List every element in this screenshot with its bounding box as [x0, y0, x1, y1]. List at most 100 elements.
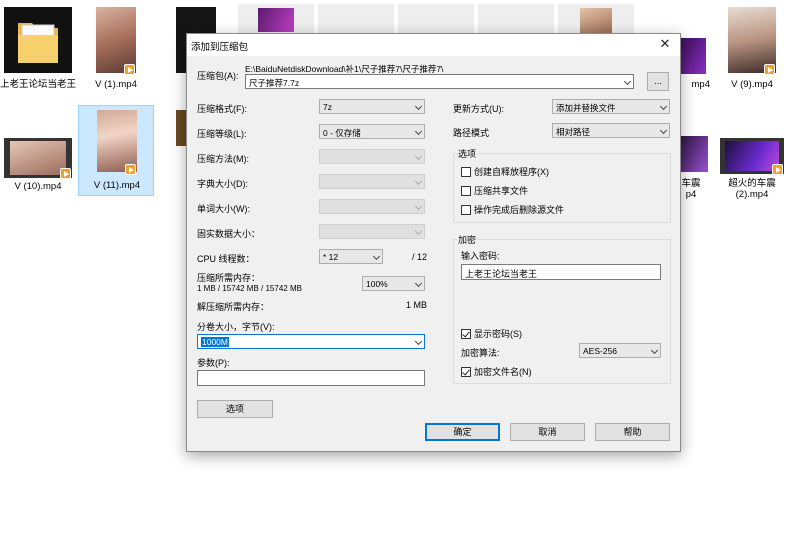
- play-icon: [124, 64, 135, 75]
- show-password-label: 显示密码(S): [474, 329, 522, 339]
- folder-item[interactable]: 上老王论坛当老王: [0, 4, 76, 104]
- chevron-down-icon: [650, 346, 659, 355]
- close-icon[interactable]: ✕: [658, 37, 672, 51]
- video-file-item[interactable]: [318, 4, 394, 34]
- solid-size-label: 固实数据大小：: [197, 229, 261, 239]
- chevron-down-icon: [414, 127, 423, 136]
- create-sfx-checkbox[interactable]: 创建自释放程序(X): [461, 165, 549, 178]
- level-select[interactable]: 0 - 仅存储: [319, 124, 425, 139]
- video-thumbnail: [680, 136, 708, 172]
- video-thumbnail: [97, 110, 137, 172]
- delete-after-label: 操作完成后删除源文件: [474, 205, 565, 215]
- compress-shared-checkbox[interactable]: 压缩共享文件: [461, 184, 528, 197]
- checkbox-box[interactable]: [461, 328, 471, 339]
- encrypt-names-checkbox[interactable]: 加密文件名(N): [461, 365, 532, 378]
- update-mode-label: 更新方式(U):: [453, 104, 504, 114]
- help-button[interactable]: 帮助: [595, 423, 670, 441]
- options-button[interactable]: 选项: [197, 400, 273, 418]
- video-file-item[interactable]: [478, 4, 554, 34]
- parameters-input[interactable]: [197, 370, 425, 386]
- video-file-item[interactable]: [558, 4, 634, 34]
- encryption-group-label: 加密: [457, 233, 478, 246]
- checkbox-box[interactable]: [461, 185, 471, 196]
- path-mode-label: 路径模式: [453, 128, 490, 138]
- dictionary-select: [319, 174, 425, 189]
- compress-memory-label: 压缩所需内存：: [197, 273, 261, 283]
- method-label: 压缩方法(M):: [197, 154, 249, 164]
- video-file-item[interactable]: [238, 4, 314, 34]
- format-label: 压缩格式(F):: [197, 104, 247, 114]
- video-file-item[interactable]: V (9).mp4: [714, 4, 790, 104]
- threads-total: / 12: [412, 252, 428, 262]
- cancel-button[interactable]: 取消: [510, 423, 585, 441]
- chevron-down-icon: [414, 102, 423, 111]
- memory-percent-select[interactable]: 100%: [362, 276, 425, 291]
- password-input[interactable]: 上老王论坛当老王: [461, 264, 661, 280]
- video-file-item[interactable]: [398, 4, 474, 34]
- compress-shared-label: 压缩共享文件: [474, 186, 529, 196]
- file-name: 上老王论坛当老王: [0, 79, 77, 90]
- video-thumbnail: [258, 8, 294, 32]
- title-bar[interactable]: 添加到压缩包 ✕: [187, 34, 680, 56]
- dialog-title: 添加到压缩包: [191, 42, 249, 53]
- video-file-item[interactable]: 超火的车震 (2).mp4: [714, 106, 790, 206]
- dictionary-label: 字典大小(D):: [197, 179, 248, 189]
- password-label: 输入密码:: [461, 251, 500, 261]
- play-icon: [764, 64, 775, 75]
- create-sfx-label: 创建自释放程序(X): [474, 167, 549, 177]
- archive-name-value: 尺子推荐7.7z: [249, 78, 300, 88]
- show-password-checkbox[interactable]: 显示密码(S): [461, 327, 522, 340]
- delete-after-checkbox[interactable]: 操作完成后删除源文件: [461, 203, 564, 216]
- chevron-down-icon: [414, 177, 423, 186]
- checkbox-box[interactable]: [461, 166, 471, 177]
- video-thumbnail: [176, 110, 186, 146]
- video-file-item[interactable]: V (1).mp4: [78, 4, 154, 104]
- format-value: 7z: [323, 102, 332, 112]
- chevron-down-icon: [372, 252, 381, 261]
- memory-percent-value: 100%: [366, 279, 388, 289]
- path-mode-value: 相对路径: [556, 127, 591, 137]
- play-icon: [125, 164, 136, 175]
- threads-label: CPU 线程数：: [197, 254, 255, 264]
- update-mode-select[interactable]: 添加并替换文件: [552, 99, 670, 114]
- play-icon: [772, 164, 783, 175]
- chevron-down-icon: [659, 126, 668, 135]
- encryption-method-label: 加密算法:: [461, 348, 500, 358]
- update-mode-value: 添加并替换文件: [556, 103, 616, 113]
- chevron-down-icon: [414, 227, 423, 236]
- video-file-item-selected[interactable]: V (11).mp4: [78, 105, 154, 196]
- volume-size-value: 1000M: [201, 337, 229, 347]
- chevron-down-icon[interactable]: [623, 77, 632, 86]
- threads-value: * 12: [323, 252, 339, 262]
- video-thumbnail: [680, 38, 706, 74]
- play-icon: [60, 168, 71, 179]
- folder-thumbnail: [4, 7, 72, 73]
- file-name: V (10).mp4: [14, 181, 62, 192]
- file-name: V (9).mp4: [731, 79, 773, 90]
- archive-label: 压缩包(A):: [197, 71, 239, 81]
- path-mode-select[interactable]: 相对路径: [552, 123, 670, 138]
- browse-button[interactable]: ...: [647, 72, 669, 91]
- file-name-line2: (2).mp4: [735, 189, 769, 200]
- chevron-down-icon: [414, 337, 423, 346]
- threads-select[interactable]: * 12: [319, 249, 383, 264]
- checkbox-box[interactable]: [461, 204, 471, 215]
- solid-size-select: [319, 224, 425, 239]
- volume-size-label: 分卷大小，字节(V):: [197, 322, 275, 332]
- file-name: V (1).mp4: [95, 79, 137, 90]
- level-label: 压缩等级(L):: [197, 129, 247, 139]
- volume-size-combo[interactable]: 1000M: [197, 334, 425, 349]
- encryption-method-value: AES-256: [583, 346, 618, 356]
- ok-button[interactable]: 确定: [425, 423, 500, 441]
- checkbox-box[interactable]: [461, 366, 471, 377]
- format-select[interactable]: 7z: [319, 99, 425, 114]
- archive-name-combo[interactable]: 尺子推荐7.7z: [245, 74, 634, 89]
- level-value: 0 - 仅存储: [323, 128, 361, 138]
- file-name: 超火的车震: [728, 178, 776, 189]
- file-name: V (11).mp4: [93, 180, 141, 191]
- compress-memory-detail: 1 MB / 15742 MB / 15742 MB: [197, 284, 302, 293]
- encryption-method-select[interactable]: AES-256: [579, 343, 661, 358]
- method-select: [319, 149, 425, 164]
- video-file-item[interactable]: V (10).mp4: [0, 106, 76, 196]
- options-group-label: 选项: [457, 147, 478, 160]
